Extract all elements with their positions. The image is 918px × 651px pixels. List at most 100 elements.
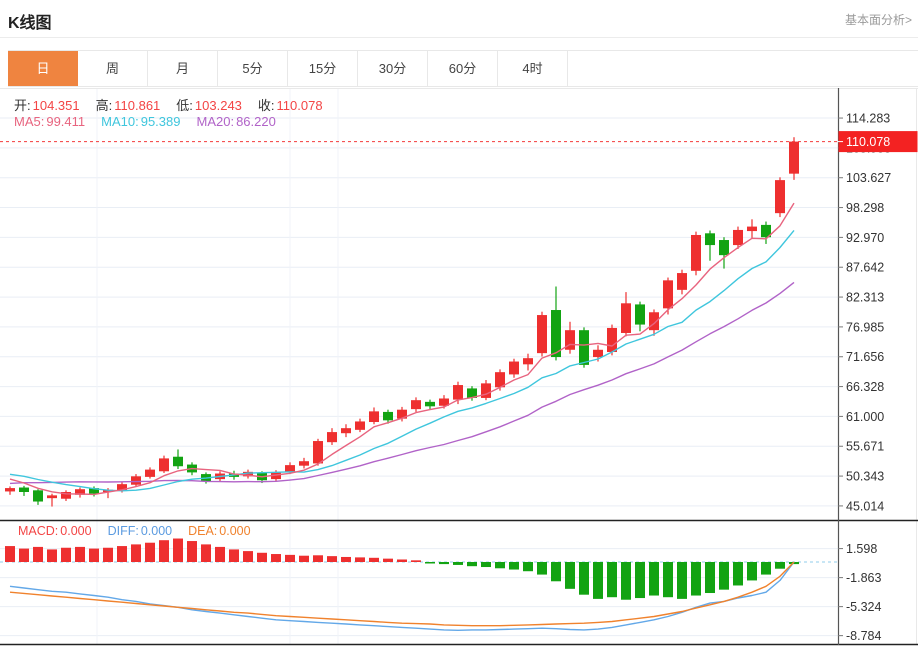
ohlc-info-row: 开: 104.351 高: 110.861 低: 103.243 收: 110.078 — [14, 95, 323, 114]
ma-info-row: MA5: 99.411 MA10: 95.389 MA20: 86.220 — [14, 114, 276, 129]
axis-tick-label: 66.328 — [846, 380, 884, 394]
candle-body — [593, 349, 603, 358]
maRow-item-0: MA5: 99.411 — [14, 114, 85, 129]
candle-body — [789, 141, 799, 174]
macd-bar — [705, 561, 715, 594]
candle-body — [705, 233, 715, 246]
macd-bar — [145, 542, 155, 562]
candle-body — [369, 411, 379, 423]
macd-bar — [187, 541, 197, 562]
label: MA5: — [14, 114, 45, 129]
macd-bar — [271, 554, 281, 562]
macd-bar — [677, 561, 687, 599]
value: 86.220 — [236, 114, 276, 129]
candle-body — [649, 312, 659, 331]
macd-bar — [537, 561, 547, 575]
macd-bar — [5, 546, 15, 562]
tab-period-6[interactable]: 60分 — [428, 51, 498, 86]
macd-bar — [341, 556, 351, 562]
candle-body — [677, 273, 687, 290]
candle-body — [411, 400, 421, 410]
maRow-item-1: MA10: 95.389 — [101, 114, 180, 129]
tab-period-7[interactable]: 4时 — [498, 51, 568, 86]
macd-bar — [257, 552, 267, 562]
page-title: K线图 — [8, 15, 52, 32]
tab-period-2[interactable]: 月 — [148, 51, 218, 86]
candle-body — [621, 303, 631, 333]
macd-axis: 1.598 -1.863 -5.324 -8.784 — [838, 542, 881, 643]
ohlcRow-item-1: 高: 110.861 — [96, 95, 161, 114]
current-price-badge-label: 110.078 — [846, 135, 890, 149]
macd-bar — [61, 547, 71, 562]
candle-body — [425, 401, 435, 407]
macd-bar — [747, 561, 757, 581]
value: 103.243 — [194, 98, 242, 113]
axis-tick-label: 87.642 — [846, 261, 884, 275]
candle-body — [509, 361, 519, 375]
axis-tick-label: 71.656 — [846, 350, 884, 364]
tab-period-4[interactable]: 15分 — [288, 51, 358, 86]
candle-body — [537, 315, 547, 354]
axis-tick-label: 98.298 — [846, 201, 884, 215]
value: 0.000 — [140, 524, 173, 538]
macd-bar — [355, 557, 365, 562]
candle-body — [355, 421, 365, 430]
current-price-badge: 110.078 — [838, 131, 918, 153]
maRow-item-2: MA20: 86.220 — [196, 114, 275, 129]
macd-bar — [47, 549, 57, 562]
candle-body — [131, 476, 141, 485]
axis-tick-label: -8.784 — [846, 629, 881, 643]
axis-tick-label: 61.000 — [846, 410, 884, 424]
macd-bar — [691, 561, 701, 596]
macd-bar — [159, 540, 169, 562]
macd-bar — [635, 561, 645, 599]
axis-tick-label: 45.014 — [846, 499, 884, 513]
macd-bar — [453, 561, 463, 565]
macd-bar — [89, 548, 99, 562]
candle-body — [327, 432, 337, 443]
ohlcRow-item-0: 开: 104.351 — [14, 95, 80, 114]
ma20-line — [9, 281, 795, 485]
value: 0.000 — [60, 524, 92, 538]
macd-bar — [327, 556, 337, 562]
axis-tick-label: 92.970 — [846, 231, 884, 245]
candles — [5, 137, 799, 507]
value: 104.351 — [32, 98, 80, 113]
macd-info-row: MACD: 0.000 DIFF: 0.000 DEA: 0.000 — [18, 524, 251, 538]
macd-bar — [579, 561, 589, 595]
macdRow-item-1: DIFF: 0.000 — [108, 524, 173, 538]
label: MA10: — [101, 114, 139, 129]
macd-bar — [439, 561, 449, 565]
candle-body — [579, 330, 589, 365]
candle-body — [523, 358, 533, 365]
fundamental-analysis-link[interactable]: 基本面分析> — [845, 11, 912, 28]
ma10-line — [9, 229, 795, 492]
tab-period-1[interactable]: 周 — [78, 51, 148, 86]
macd-histogram — [5, 538, 799, 600]
macd-bar — [481, 561, 491, 568]
macd-bar — [229, 549, 239, 562]
axis-tick-label: 103.627 — [846, 171, 891, 185]
value: 99.411 — [46, 114, 86, 129]
macdRow-item-2: DEA: 0.000 — [188, 524, 250, 538]
macd-bar — [425, 561, 435, 564]
macd-bar — [201, 544, 211, 562]
candle-body — [775, 180, 785, 214]
macd-bar — [285, 554, 295, 562]
tab-period-5[interactable]: 30分 — [358, 51, 428, 86]
macd-bar — [131, 544, 141, 562]
candle-body — [691, 234, 701, 271]
ma5-line — [9, 202, 795, 496]
candle-body — [299, 461, 309, 466]
value: 110.078 — [276, 98, 323, 113]
candle-body — [635, 304, 645, 325]
candle-body — [607, 327, 617, 353]
candle-body — [733, 229, 743, 246]
tab-period-3[interactable]: 5分 — [218, 51, 288, 86]
ohlcRow-item-2: 低: 103.243 — [176, 95, 242, 114]
tab-period-0[interactable]: 日 — [8, 51, 78, 86]
label: 低: — [176, 98, 193, 113]
macd-bar — [593, 561, 603, 599]
macd-bar — [663, 561, 673, 598]
price-axis: 114.283108.955103.62798.29892.97087.6428… — [838, 112, 891, 513]
